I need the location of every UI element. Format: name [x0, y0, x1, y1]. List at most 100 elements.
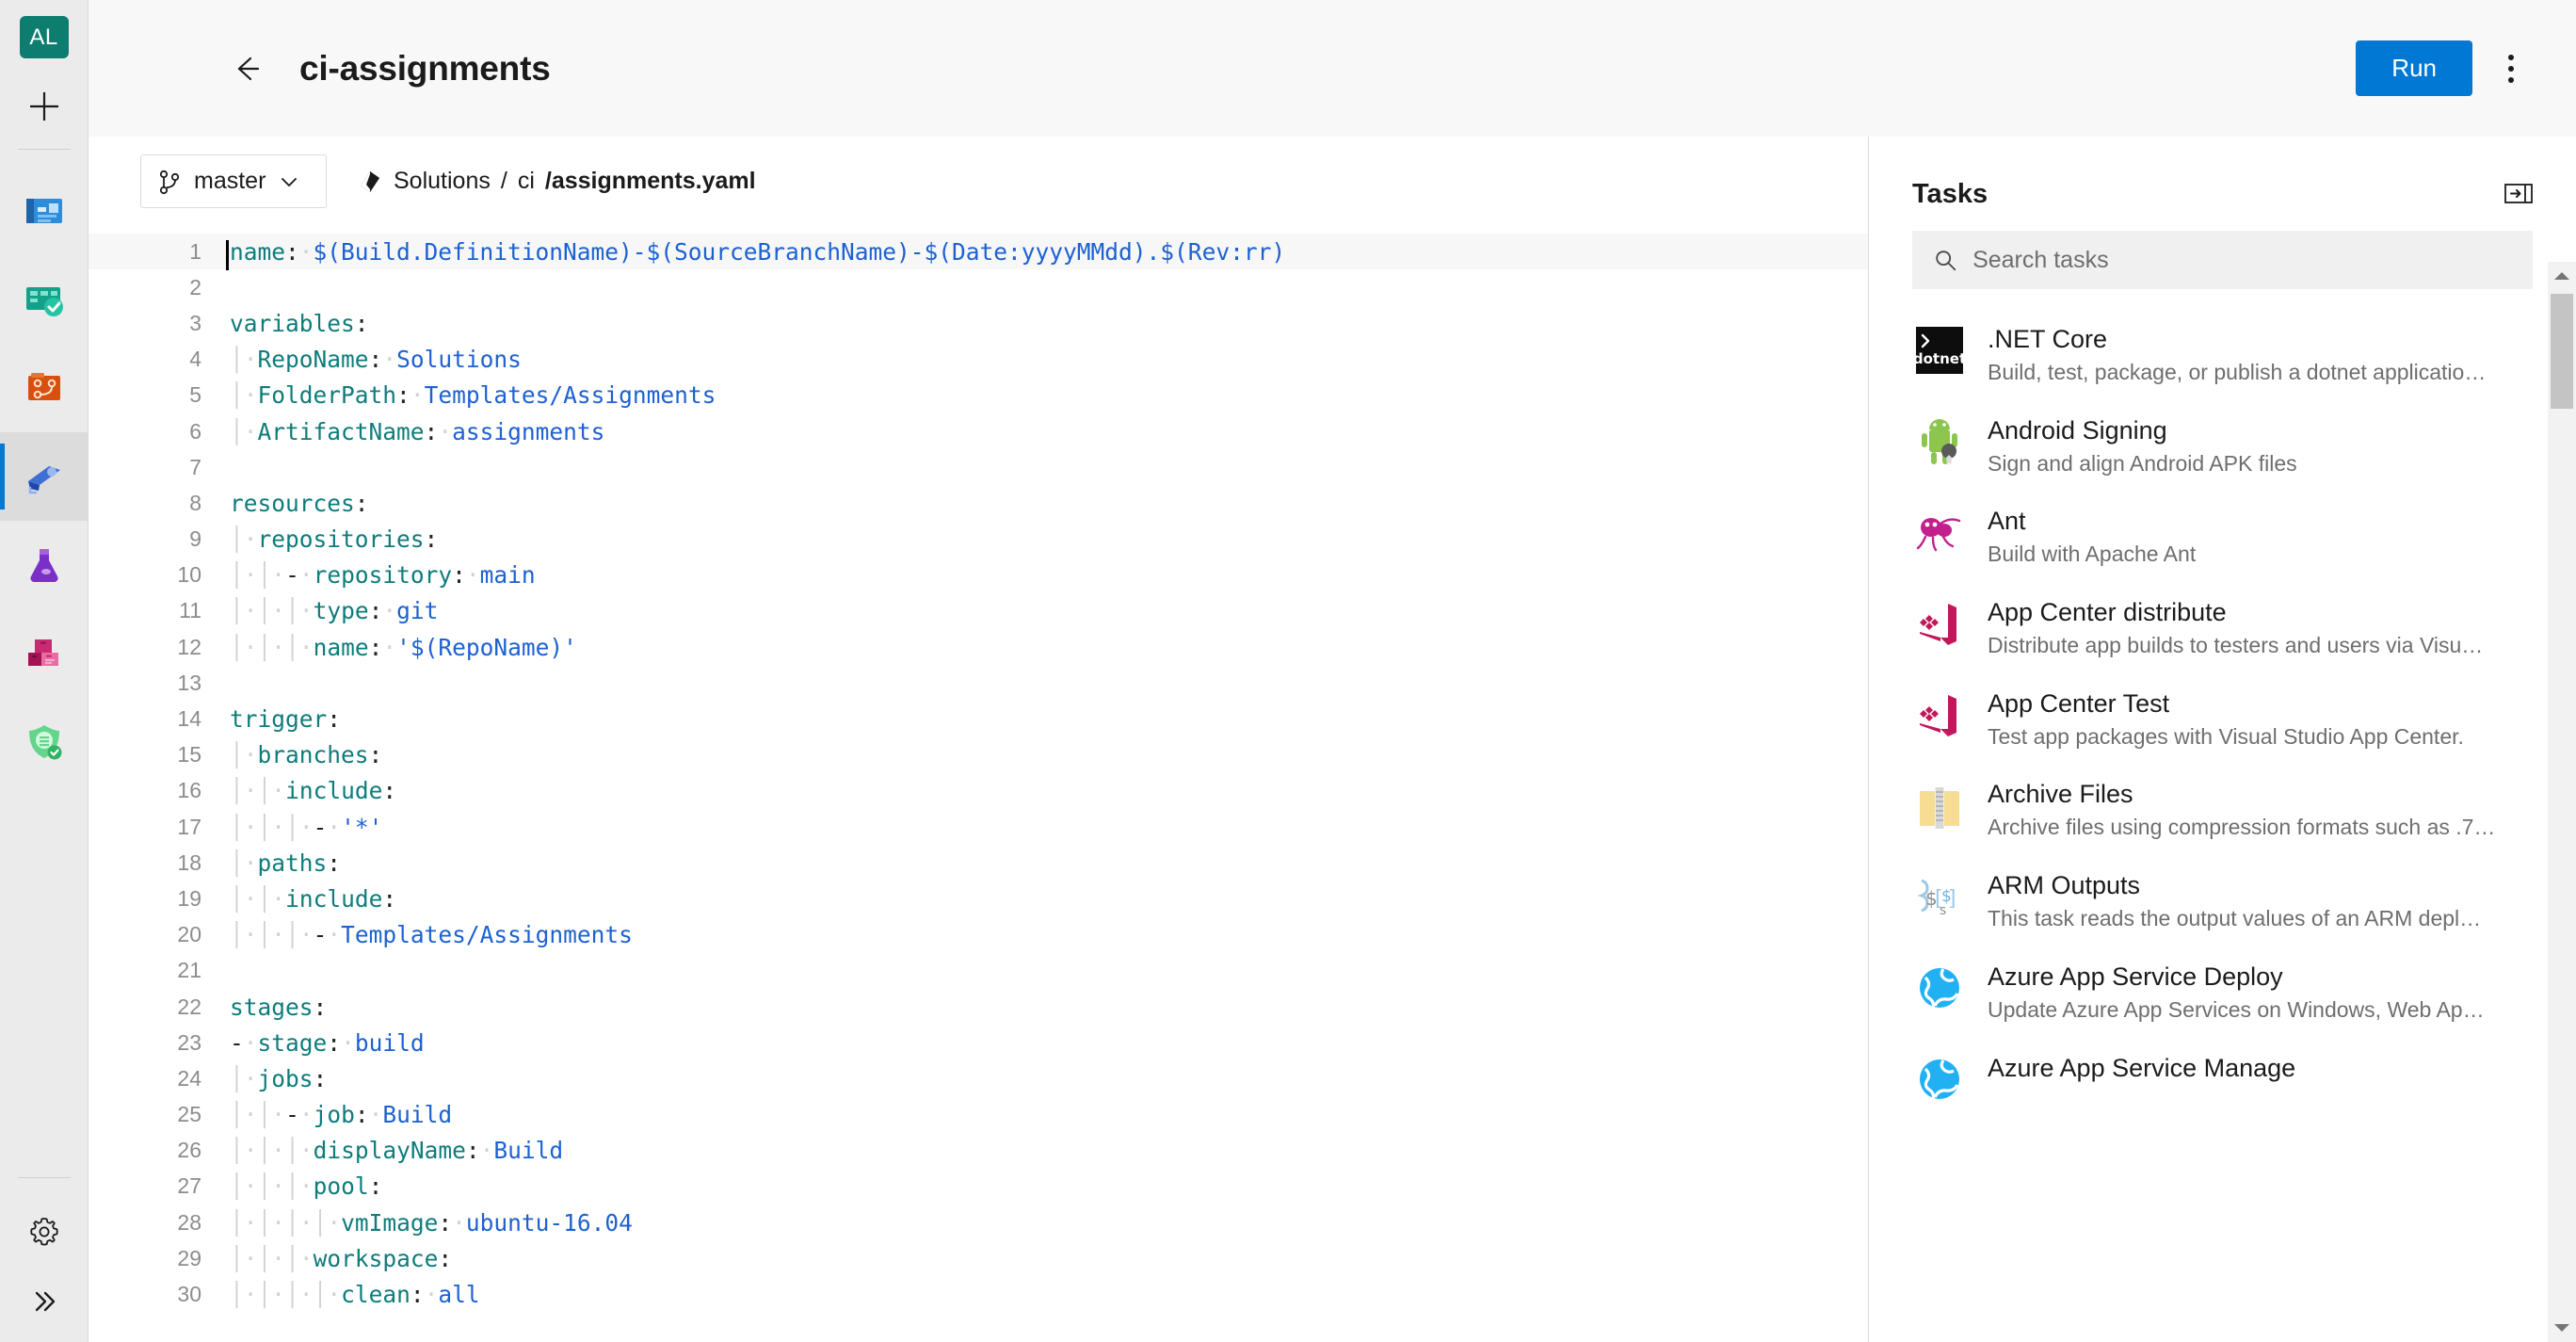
code-line[interactable]: 23 - · stage: · build: [89, 1025, 1868, 1060]
project-settings-button[interactable]: [0, 1203, 89, 1261]
collapse-panel-button[interactable]: [2504, 183, 2533, 205]
code-line[interactable]: 20 │ · │ · │ · - · Templates/Assignments: [89, 917, 1868, 953]
code-line[interactable]: 1 name: · $(Build.DefinitionName)-$(SourceB…: [89, 234, 1868, 270]
editor-toolbar: master Solutions / ci /assignments.yaml: [89, 137, 1868, 226]
code-line[interactable]: 5 │ · FolderPath: · Templates/Assignments: [89, 378, 1868, 413]
code-line-content: │ · paths:: [230, 849, 342, 877]
task-list-item[interactable]: App Center Test Test app packages with Vi…: [1912, 674, 2533, 766]
task-name: Ant: [1988, 507, 2026, 536]
code-line[interactable]: 17 │ · │ · │ · - · '*': [89, 809, 1868, 845]
sidebar-item-artifacts[interactable]: [0, 609, 89, 698]
code-line[interactable]: 8 resources:: [89, 485, 1868, 521]
code-line[interactable]: 3 variables:: [89, 305, 1868, 341]
tasks-search-wrap: [1869, 216, 2576, 289]
tasks-scrollbar[interactable]: [2548, 262, 2576, 1342]
code-line[interactable]: 13: [89, 665, 1868, 701]
code-line-content: │ · jobs:: [230, 1064, 328, 1092]
code-line[interactable]: 26 │ · │ · │ · displayName: · Build: [89, 1133, 1868, 1169]
code-line[interactable]: 9 │ · repositories:: [89, 522, 1868, 558]
code-line-content: │ · │ · │ · │ · vmImage: · ubuntu-16.04: [230, 1208, 633, 1237]
breadcrumb-repo[interactable]: Solutions: [394, 168, 491, 195]
app-root: AL ci-assignments Run master Solutions /…: [0, 0, 2576, 1342]
code-line[interactable]: 2: [89, 269, 1868, 305]
app-center-icon: [1912, 596, 1967, 651]
tasks-title: Tasks: [1912, 178, 1988, 209]
sidebar-item-pipelines[interactable]: [0, 432, 89, 521]
line-number: 23: [177, 1029, 201, 1055]
code-line[interactable]: 10 │ · │ · - · repository: · main: [89, 558, 1868, 593]
sidebar-item-security[interactable]: [0, 698, 89, 786]
back-button[interactable]: [211, 33, 282, 105]
task-list-item[interactable]: dotnet .NET Core Build, test, package, or …: [1912, 310, 2533, 401]
code-line[interactable]: 16 │ · │ · include:: [89, 773, 1868, 809]
code-line-content: │ · │ · include:: [230, 777, 397, 805]
scrollbar-thumb[interactable]: [2551, 294, 2573, 409]
task-description: Archive files using compression formats …: [1988, 815, 2496, 840]
new-item-button[interactable]: [20, 85, 69, 128]
code-line[interactable]: 30 │ · │ · │ · │ · clean: · all: [89, 1276, 1868, 1312]
double-chevron-right-icon: [35, 1291, 55, 1312]
task-list-item[interactable]: Azure App Service Manage: [1912, 1039, 2533, 1122]
app-center-icon: [1912, 687, 1967, 742]
code-line[interactable]: 6 │ · ArtifactName: · assignments: [89, 413, 1868, 449]
svg-text:s: s: [1940, 903, 1946, 918]
scroll-up-button[interactable]: [2548, 262, 2576, 290]
organization-avatar[interactable]: AL: [19, 16, 69, 58]
more-options-button[interactable]: [2482, 40, 2540, 98]
task-description: Build with Apache Ant: [1988, 542, 2197, 567]
code-line[interactable]: 11 │ · │ · │ · type: · git: [89, 593, 1868, 629]
task-list-item[interactable]: App Center distribute Distribute app buil…: [1912, 583, 2533, 674]
code-line-content: │ · ArtifactName: · assignments: [230, 417, 605, 445]
code-line[interactable]: 12 │ · │ · │ · name: · '$(RepoName)': [89, 629, 1868, 665]
code-line[interactable]: 29 │ · │ · │ · workspace:: [89, 1240, 1868, 1276]
sidebar-item-repos[interactable]: [0, 344, 89, 432]
task-list-item[interactable]: Azure App Service Deploy Update Azure App…: [1912, 947, 2533, 1039]
task-list-item[interactable]: $[$] s ARM Outputs This task reads the outp…: [1912, 856, 2533, 947]
code-line[interactable]: 27 │ · │ · │ · pool:: [89, 1169, 1868, 1205]
breadcrumb-folder[interactable]: ci: [518, 168, 535, 195]
branch-selector[interactable]: master: [140, 154, 327, 208]
code-line[interactable]: 25 │ · │ · - · job: · Build: [89, 1097, 1868, 1133]
code-line[interactable]: 15 │ · branches:: [89, 737, 1868, 773]
code-line[interactable]: 21: [89, 953, 1868, 989]
code-line[interactable]: 4 │ · RepoName: · Solutions: [89, 342, 1868, 378]
sidebar-item-test-plans[interactable]: [0, 521, 89, 609]
code-line-content: │ · │ · - · repository: · main: [230, 561, 536, 590]
line-number: 1: [189, 238, 201, 264]
search-tasks-input[interactable]: [1972, 246, 2512, 274]
code-line-content: │ · │ · - · job: · Build: [230, 1101, 453, 1129]
run-button[interactable]: Run: [2356, 40, 2472, 96]
sidebar-item-overview[interactable]: [0, 167, 89, 255]
code-line[interactable]: 14 trigger:: [89, 701, 1868, 736]
code-line[interactable]: 19 │ · │ · include:: [89, 881, 1868, 916]
task-texts: ARM Outputs This task reads the output va…: [1988, 869, 2481, 932]
code-line[interactable]: 22 stages:: [89, 989, 1868, 1025]
azure-globe-icon: [1912, 1052, 1967, 1107]
scroll-down-button[interactable]: [2548, 1314, 2576, 1342]
security-shield-icon: [28, 725, 61, 760]
task-description: Distribute app builds to testers and use…: [1988, 633, 2484, 657]
task-list-item[interactable]: Ant Build with Apache Ant: [1912, 492, 2533, 583]
expand-nav-button[interactable]: [0, 1261, 89, 1342]
code-line[interactable]: 18 │ · paths:: [89, 845, 1868, 881]
task-list-item[interactable]: Archive Files Archive files using compres…: [1912, 765, 2533, 856]
line-number: 29: [177, 1245, 201, 1270]
code-editor[interactable]: 1 name: · $(Build.DefinitionName)-$(SourceB…: [89, 226, 1868, 1342]
code-line[interactable]: 28 │ · │ · │ · │ · vmImage: · ubuntu-16.04: [89, 1205, 1868, 1240]
code-line-content: │ · │ · │ · │ · clean: · all: [230, 1281, 480, 1309]
code-line-content: │ · │ · │ · pool:: [230, 1172, 383, 1201]
task-name: ARM Outputs: [1988, 871, 2141, 900]
tasks-search-box[interactable]: [1912, 231, 2533, 289]
line-number: 17: [177, 814, 201, 839]
branch-name: master: [194, 168, 266, 194]
sidebar-item-boards[interactable]: [0, 255, 89, 344]
line-number: 2: [189, 274, 201, 299]
task-texts: App Center distribute Distribute app buil…: [1988, 596, 2483, 659]
line-number: 7: [189, 454, 201, 479]
code-line[interactable]: 24 │ · jobs:: [89, 1060, 1868, 1096]
code-line-content: variables:: [230, 309, 369, 337]
line-number: 22: [177, 994, 201, 1019]
task-list-item[interactable]: Android Signing Sign and align Android AP…: [1912, 401, 2533, 493]
code-line[interactable]: 7: [89, 449, 1868, 485]
code-line-content: │ · │ · │ · displayName: · Build: [230, 1137, 564, 1165]
